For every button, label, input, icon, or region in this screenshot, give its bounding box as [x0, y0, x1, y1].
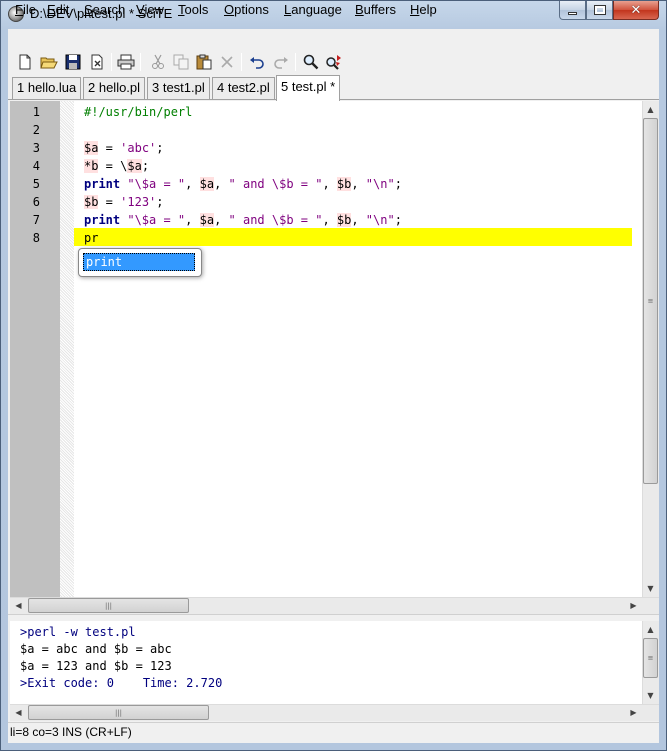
- line-number: 4: [32, 159, 40, 173]
- line-number: 2: [32, 123, 40, 137]
- status-text: li=8 co=3 INS (CR+LF): [10, 725, 132, 739]
- line-number: 7: [32, 213, 40, 227]
- paste-icon: [196, 54, 212, 70]
- replace-button[interactable]: [324, 52, 344, 72]
- menu-view[interactable]: View: [136, 2, 164, 17]
- line-number-margin: [10, 101, 60, 597]
- scroll-right-arrow-icon[interactable]: ▶: [625, 704, 642, 721]
- code-line[interactable]: *b = \$a;: [84, 159, 149, 173]
- new-file-button[interactable]: [15, 52, 35, 72]
- cut-icon: [152, 54, 164, 69]
- scroll-up-arrow-icon[interactable]: ▲: [642, 101, 659, 118]
- code-line[interactable]: #!/usr/bin/perl: [84, 105, 192, 119]
- menu-search[interactable]: Search: [84, 2, 125, 17]
- line-number: 3: [32, 141, 40, 155]
- menu-edit[interactable]: Edit: [47, 2, 69, 17]
- scroll-down-arrow-icon[interactable]: ▼: [642, 580, 659, 597]
- undo-button[interactable]: [247, 52, 267, 72]
- maximize-icon: [593, 5, 606, 15]
- tab-test2-pl[interactable]: 4 test2.pl: [212, 77, 275, 99]
- close-file-icon: [91, 54, 103, 70]
- tab-hello-pl[interactable]: 2 hello.pl: [83, 77, 146, 99]
- print-button[interactable]: [116, 52, 136, 72]
- scroll-down-arrow-icon[interactable]: ▼: [642, 687, 659, 704]
- copy-button[interactable]: [171, 52, 191, 72]
- toolbar-separator: [295, 53, 296, 71]
- code-line[interactable]: pr: [84, 231, 98, 245]
- save-button[interactable]: [63, 52, 83, 72]
- fold-margin[interactable]: [60, 101, 74, 597]
- redo-button[interactable]: [271, 52, 291, 72]
- new-file-icon: [19, 54, 31, 70]
- editor[interactable]: [10, 101, 642, 597]
- menu-language[interactable]: Language: [284, 2, 342, 17]
- replace-icon: [326, 55, 341, 70]
- caret-line-highlight: [74, 228, 632, 246]
- menu-buffers[interactable]: Buffers: [355, 2, 396, 17]
- close-file-button[interactable]: [87, 52, 107, 72]
- autocomplete-item[interactable]: print: [83, 253, 195, 271]
- redo-icon: [274, 57, 288, 69]
- code-line[interactable]: $b = '123';: [84, 195, 164, 209]
- paste-button[interactable]: [194, 52, 214, 72]
- line-number: 5: [32, 177, 40, 191]
- output-line: $a = abc and $b = abc: [20, 642, 172, 656]
- toolbar-separator: [140, 53, 141, 71]
- find-button[interactable]: [301, 52, 321, 72]
- open-folder-icon: [40, 57, 58, 69]
- menu-tools[interactable]: Tools: [178, 2, 208, 17]
- code-line[interactable]: $a = 'abc';: [84, 141, 164, 155]
- minimize-button[interactable]: [559, 1, 586, 20]
- editor-vscroll-thumb[interactable]: ≡: [643, 118, 658, 484]
- save-icon: [65, 54, 81, 70]
- output-line: >Exit code: 0 Time: 2.720: [20, 676, 223, 690]
- scroll-left-arrow-icon[interactable]: ◀: [10, 704, 27, 721]
- minimize-icon: [568, 11, 577, 15]
- delete-icon: [221, 56, 233, 68]
- undo-icon: [250, 57, 264, 69]
- tab-hello-lua[interactable]: 1 hello.lua: [12, 77, 82, 99]
- output-line: $a = 123 and $b = 123: [20, 659, 172, 673]
- menu-bar: [8, 30, 659, 50]
- pane-splitter[interactable]: [8, 614, 659, 621]
- output-hscroll-thumb[interactable]: |||: [28, 705, 209, 720]
- find-icon: [303, 54, 319, 70]
- cut-button[interactable]: [148, 52, 168, 72]
- scroll-right-arrow-icon[interactable]: ▶: [625, 597, 642, 614]
- toolbar-separator: [111, 53, 112, 71]
- toolbar-separator: [241, 53, 242, 71]
- output-vscroll-thumb[interactable]: ≡: [643, 638, 658, 678]
- tab-test-pl[interactable]: 5 test.pl *: [276, 75, 341, 101]
- tab-test1-pl[interactable]: 3 test1.pl: [147, 77, 210, 99]
- menu-help[interactable]: Help: [410, 2, 437, 17]
- delete-button[interactable]: [217, 52, 237, 72]
- close-icon: ✕: [630, 2, 642, 18]
- line-number: 8: [32, 231, 40, 245]
- line-number: 1: [32, 105, 40, 119]
- menu-options[interactable]: Options: [224, 2, 269, 17]
- print-icon: [117, 54, 135, 70]
- line-number: 6: [32, 195, 40, 209]
- output-line: >perl -w test.pl: [20, 625, 136, 639]
- close-button[interactable]: ✕: [613, 1, 659, 20]
- maximize-button[interactable]: [586, 1, 613, 20]
- scroll-up-arrow-icon[interactable]: ▲: [642, 621, 659, 638]
- menu-file[interactable]: File: [15, 2, 36, 17]
- code-line[interactable]: print "\$a = ", $a, " and \$b = ", $b, "…: [84, 177, 402, 191]
- code-line[interactable]: print "\$a = ", $a, " and \$b = ", $b, "…: [84, 213, 402, 227]
- copy-icon: [173, 54, 189, 70]
- editor-hscroll-thumb[interactable]: |||: [28, 598, 189, 613]
- open-button[interactable]: [39, 52, 59, 72]
- scroll-left-arrow-icon[interactable]: ◀: [10, 597, 27, 614]
